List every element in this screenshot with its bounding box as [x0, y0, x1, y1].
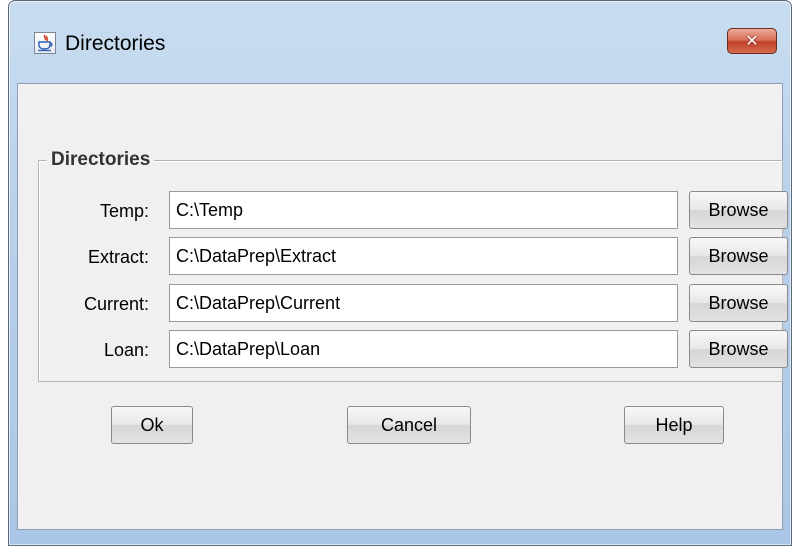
directories-group: Directories Temp: Browse Extract: Browse… — [38, 148, 788, 382]
title-bar[interactable]: Directories ✕ — [9, 1, 791, 83]
ok-button[interactable]: Ok — [111, 406, 193, 444]
dialog-window: Directories ✕ Directories Temp: Browse E… — [8, 0, 792, 546]
temp-browse-button[interactable]: Browse — [689, 191, 788, 229]
dialog-content: Directories Temp: Browse Extract: Browse… — [17, 83, 788, 530]
cancel-button[interactable]: Cancel — [347, 406, 471, 444]
current-browse-button[interactable]: Browse — [689, 284, 788, 322]
extract-label: Extract: — [87, 247, 149, 267]
group-title: Directories — [47, 148, 155, 172]
temp-path-field[interactable] — [169, 191, 678, 229]
loan-path-field[interactable] — [169, 330, 678, 368]
close-button[interactable]: ✕ — [727, 28, 777, 54]
loan-browse-button[interactable]: Browse — [689, 330, 788, 368]
extract-path-field[interactable] — [169, 237, 678, 275]
help-button[interactable]: Help — [624, 406, 724, 444]
extract-browse-button[interactable]: Browse — [689, 237, 788, 275]
java-cup-icon — [34, 32, 56, 54]
window-title: Directories — [65, 32, 166, 55]
current-path-field[interactable] — [169, 284, 678, 322]
temp-label: Temp: — [99, 201, 149, 221]
current-label: Current: — [83, 294, 149, 314]
loan-label: Loan: — [103, 340, 149, 360]
